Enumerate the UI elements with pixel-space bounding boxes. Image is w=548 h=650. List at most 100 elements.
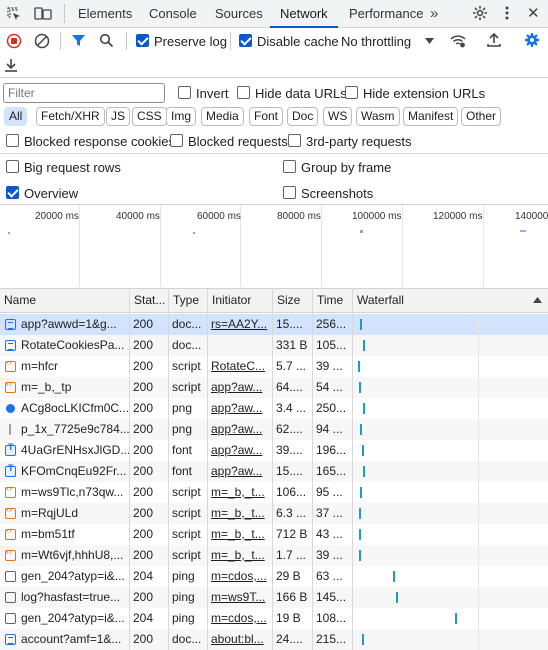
column-header-size[interactable]: Size (273, 289, 312, 312)
request-name: log?hasfast=true... (21, 590, 121, 604)
chip-other[interactable]: Other (461, 107, 502, 126)
screenshots-checkbox[interactable] (283, 186, 296, 199)
filter-input[interactable] (3, 83, 165, 103)
request-initiator[interactable]: app?aw... (207, 377, 272, 398)
chip-all[interactable]: All (4, 107, 28, 126)
table-row[interactable]: m=hfcr 200 script RotateC... 5.7 ... 39 ... (0, 356, 548, 377)
request-initiator[interactable]: m=cdos,... (207, 566, 272, 587)
request-initiator[interactable]: m=_b,_t... (207, 482, 272, 503)
chip-manifest[interactable]: Manifest (403, 107, 459, 126)
request-initiator[interactable] (207, 335, 272, 356)
chip-font[interactable]: Font (249, 107, 284, 126)
request-initiator[interactable]: m=_b,_t... (207, 545, 272, 566)
column-header-waterfall[interactable]: Waterfall (353, 289, 523, 312)
more-options-icon[interactable] (505, 5, 509, 21)
tab-sources[interactable]: Sources (215, 0, 263, 27)
request-initiator[interactable]: m=cdos,... (207, 608, 272, 629)
table-row[interactable]: account?amf=1&... 200 doc... about:bl... 24.… (0, 629, 548, 650)
hide-data-urls-checkbox[interactable] (237, 86, 250, 99)
blocked-requests-checkbox[interactable] (170, 134, 183, 147)
table-row[interactable]: 4UaGrENHsxJlGD... 200 font app?aw... 39.... 1… (0, 440, 548, 461)
overview-checkbox[interactable] (6, 186, 19, 199)
chip-fetch-xhr[interactable]: Fetch/XHR (36, 107, 105, 126)
table-row[interactable]: RotateCookiesPa... 200 doc... 331 B 105... (0, 335, 548, 356)
import-har-icon[interactable] (486, 32, 502, 48)
export-har-icon[interactable] (3, 57, 19, 73)
column-header-initiator[interactable]: Initiator (208, 289, 272, 312)
table-row[interactable]: KFOmCnqEu92Fr... 200 font app?aw... 15.... 16… (0, 461, 548, 482)
file-icon (5, 613, 16, 624)
blocked-response-cookies-checkbox[interactable] (6, 134, 19, 147)
chip-doc[interactable]: Doc (287, 107, 319, 126)
network-conditions-icon[interactable] (449, 33, 467, 49)
big-request-rows-checkbox[interactable] (6, 160, 19, 173)
table-row[interactable]: gen_204?atyp=i&... 204 ping m=cdos,... 29 B 6… (0, 566, 548, 587)
hide-data-urls-label: Hide data URLs (255, 86, 347, 101)
dropdown-arrow-icon[interactable] (425, 38, 434, 44)
third-party-checkbox[interactable] (288, 134, 301, 147)
request-initiator[interactable]: RotateC... (207, 356, 272, 377)
tab-console[interactable]: Console (149, 0, 197, 27)
request-status: 200 (133, 527, 154, 541)
disable-cache-checkbox[interactable] (239, 34, 252, 47)
sort-ascending-icon[interactable] (533, 297, 542, 303)
close-devtools-icon[interactable]: ✕ (527, 4, 540, 22)
column-header-name[interactable]: Name (0, 289, 129, 312)
column-header-time[interactable]: Time (313, 289, 352, 312)
request-initiator[interactable]: about:bl... (207, 629, 272, 650)
search-icon[interactable] (99, 33, 114, 48)
table-row[interactable]: p_1x_7725e9c784... 200 png app?aw... 62.... 9… (0, 419, 548, 440)
table-row[interactable]: m=Wt6vjf,hhhU8,... 200 script m=_b,_t... 1.7… (0, 545, 548, 566)
chip-wasm[interactable]: Wasm (356, 107, 400, 126)
settings-gear-icon[interactable] (472, 5, 488, 21)
table-row[interactable]: app?awwd=1&g... 200 doc... rs=AA2Y... 15....… (0, 314, 548, 335)
table-row[interactable]: m=ws9Tlc,n73qw... 200 script m=_b,_t... 106.… (0, 482, 548, 503)
tab-elements[interactable]: Elements (78, 0, 132, 27)
tab-network[interactable]: Network (280, 0, 328, 27)
more-tabs-chevron-icon[interactable]: » (430, 5, 438, 22)
chip-css[interactable]: CSS (132, 107, 167, 126)
chip-ws[interactable]: WS (323, 107, 353, 126)
filter-funnel-icon[interactable] (71, 33, 86, 48)
request-initiator[interactable]: app?aw... (207, 419, 272, 440)
request-size: 19 B (276, 611, 301, 625)
network-overview-timeline[interactable]: 20000 ms 40000 ms 60000 ms 80000 ms 1000… (0, 205, 548, 287)
table-row[interactable]: m=bm51tf 200 script m=_b,_t... 712 B 43 ... (0, 524, 548, 545)
table-row[interactable]: log?hasfast=true... 200 ping m=ws9T... 166 B… (0, 587, 548, 608)
inspect-element-icon[interactable] (6, 6, 22, 22)
request-name: m=_b,_tp (21, 380, 72, 394)
overview-mark (193, 232, 195, 234)
request-initiator[interactable]: rs=AA2Y... (207, 314, 272, 335)
request-initiator[interactable]: m=_b,_t... (207, 524, 272, 545)
hide-extension-urls-checkbox[interactable] (345, 86, 358, 99)
request-initiator[interactable]: m=_b,_t... (207, 503, 272, 524)
stop-recording-icon[interactable] (6, 33, 22, 49)
tab-performance[interactable]: Performance (349, 0, 423, 27)
request-name: m=RqjULd (21, 506, 79, 520)
overview-tick-label: 120000 ms (433, 211, 483, 222)
request-initiator[interactable]: app?aw... (207, 398, 272, 419)
clear-icon[interactable] (34, 33, 50, 49)
network-toolbar: Preserve log Disable cache No throttling (0, 28, 548, 54)
column-header-type[interactable]: Type (169, 289, 207, 312)
preserve-log-checkbox[interactable] (136, 34, 149, 47)
chip-img[interactable]: Img (166, 107, 197, 126)
device-toolbar-icon[interactable] (34, 6, 52, 22)
table-row[interactable]: m=RqjULd 200 script m=_b,_t... 6.3 ... 37 ... (0, 503, 548, 524)
script-file-icon (5, 357, 16, 372)
request-type: png (172, 422, 193, 436)
request-initiator[interactable]: app?aw... (207, 461, 272, 482)
request-initiator[interactable]: m=ws9T... (207, 587, 272, 608)
request-initiator[interactable]: app?aw... (207, 440, 272, 461)
group-by-frame-checkbox[interactable] (283, 160, 296, 173)
column-header-status[interactable]: Stat... (130, 289, 168, 312)
waterfall-bar (359, 529, 361, 540)
table-row[interactable]: gen_204?atyp=i&... 204 ping m=cdos,... 19 B 1… (0, 608, 548, 629)
table-row[interactable]: ACg8ocLKICfm0C... 200 png app?aw... 3.4 ... 2… (0, 398, 548, 419)
invert-checkbox[interactable] (178, 86, 191, 99)
throttling-select[interactable]: No throttling (341, 34, 411, 49)
network-settings-icon[interactable] (524, 32, 540, 48)
chip-js[interactable]: JS (106, 107, 131, 126)
table-row[interactable]: m=_b,_tp 200 script app?aw... 64.... 54 ... (0, 377, 548, 398)
chip-media[interactable]: Media (201, 107, 244, 126)
